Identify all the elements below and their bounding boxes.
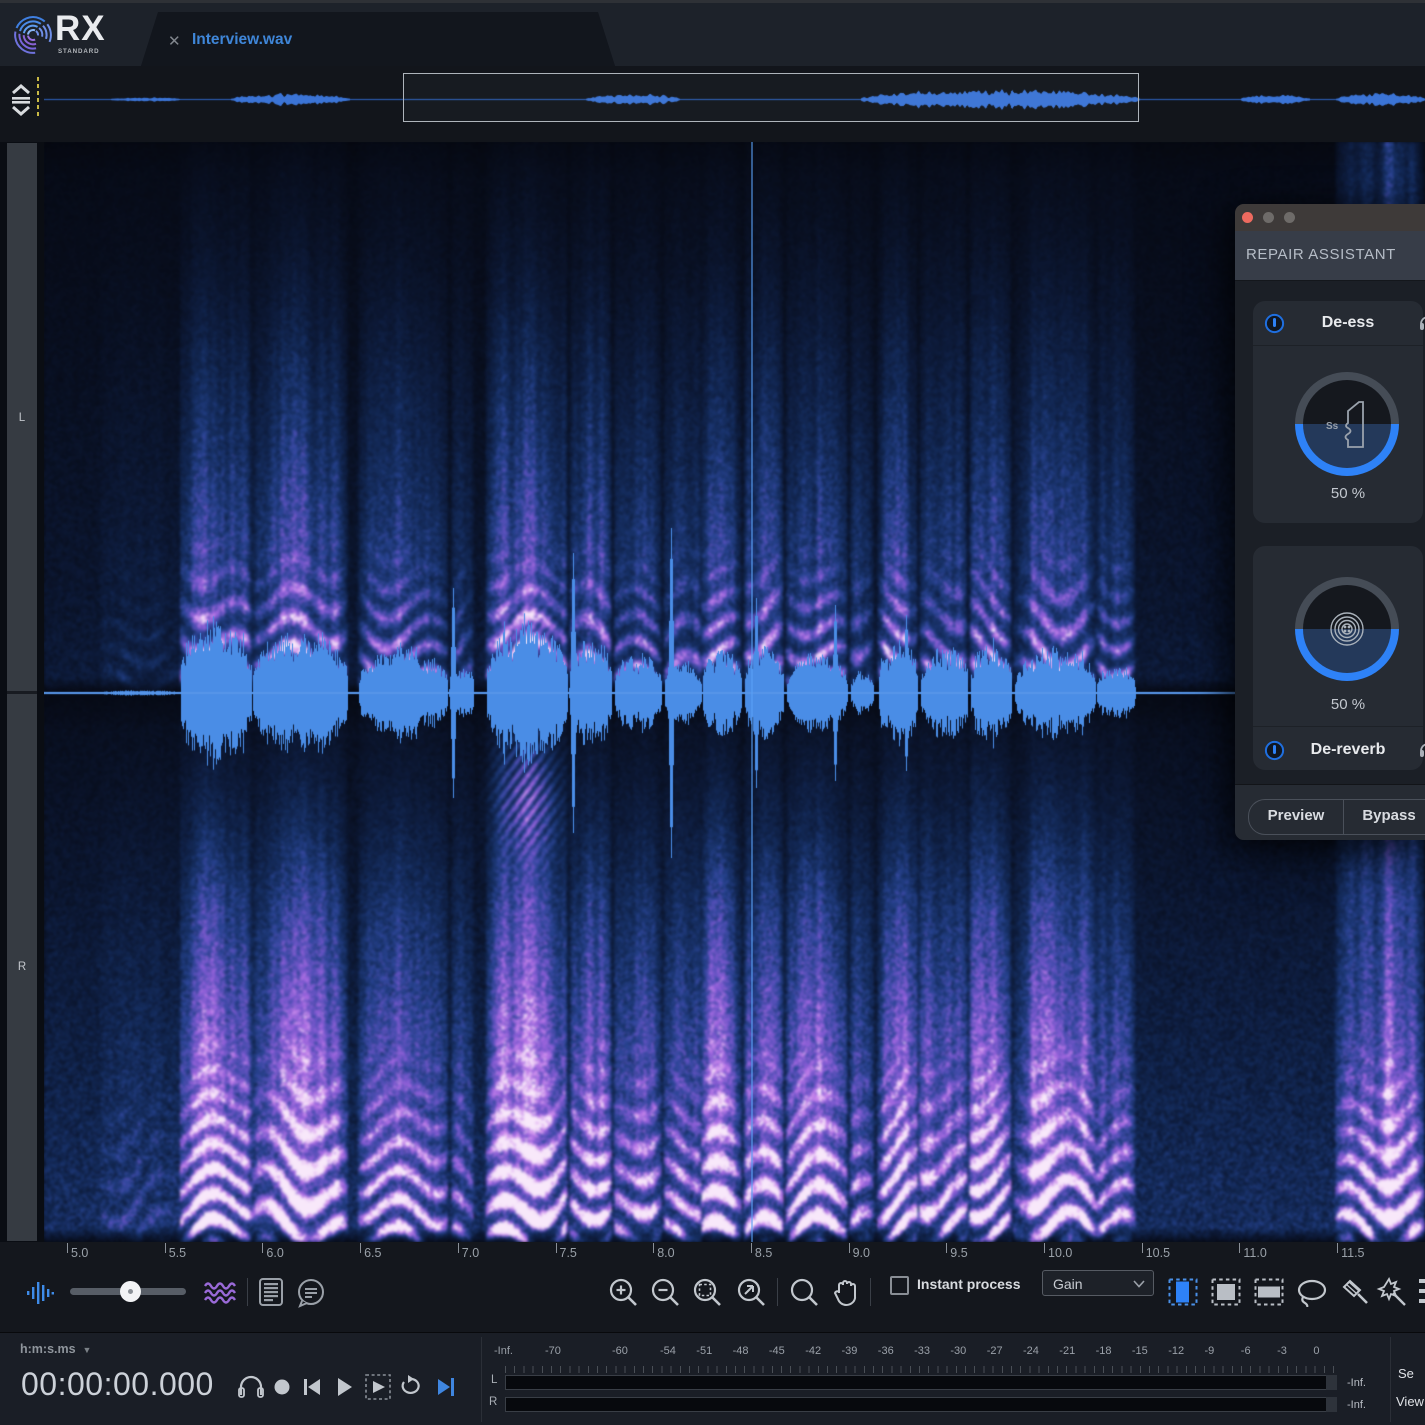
svg-text:Ss: Ss (1326, 421, 1339, 432)
